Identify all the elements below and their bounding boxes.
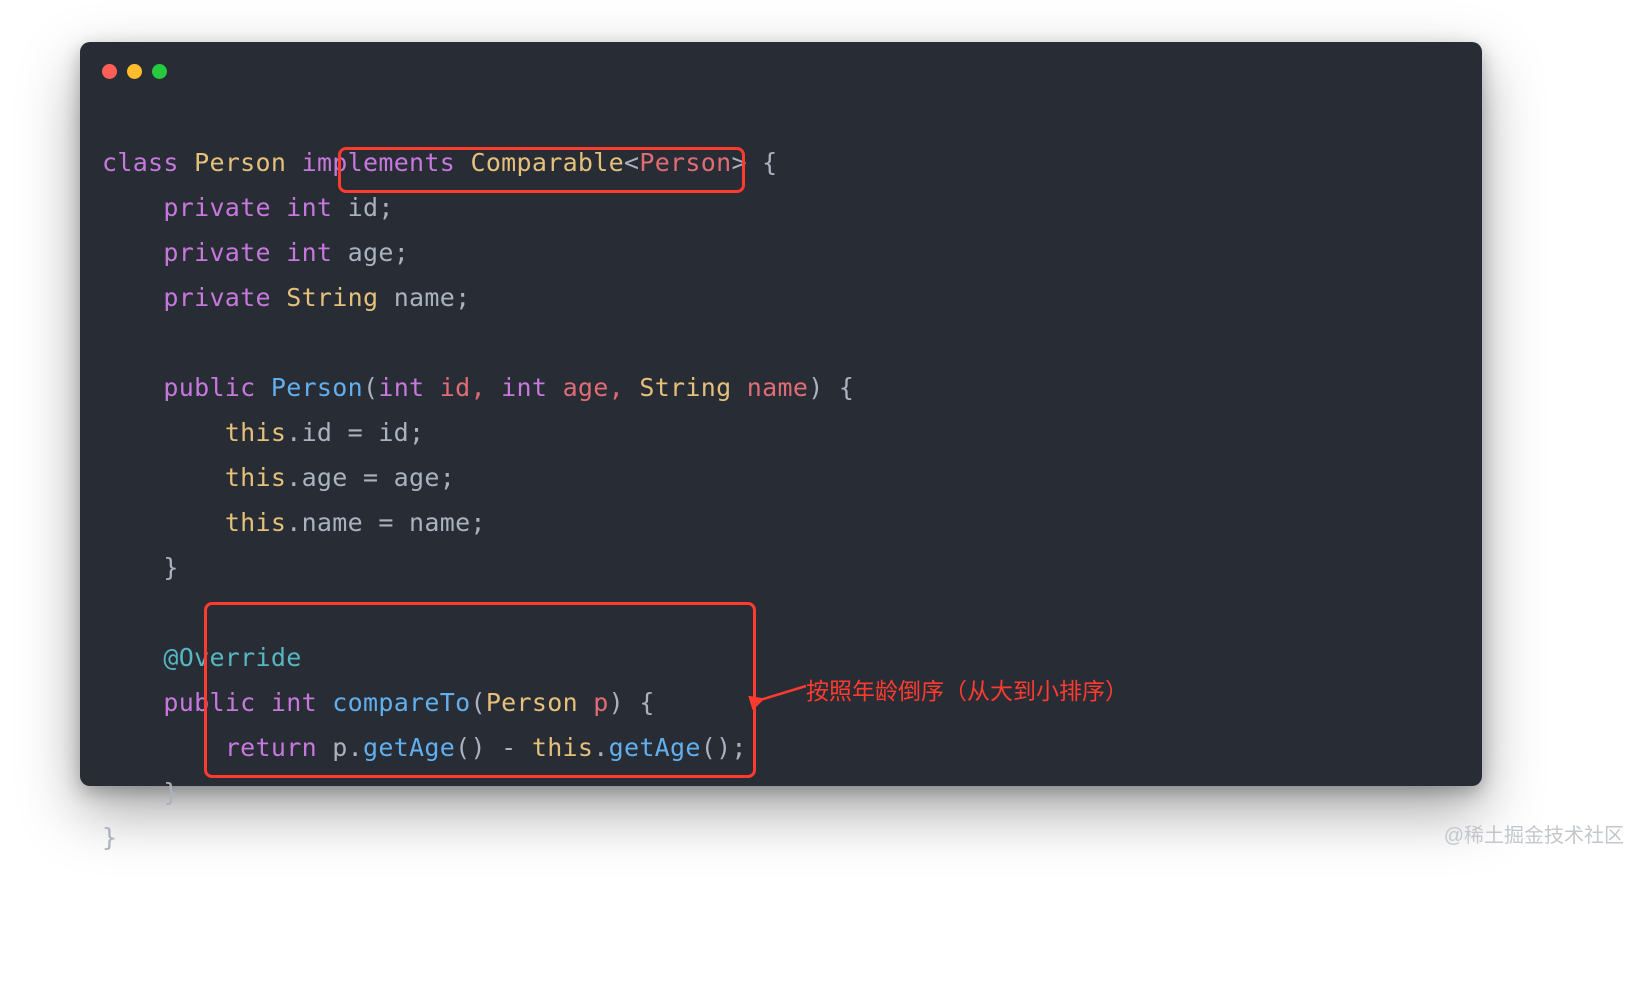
brace-close: }: [163, 778, 178, 807]
type-string: String: [286, 283, 378, 312]
assign-age: .age = age;: [286, 463, 455, 492]
annotation-text: 按照年龄倒序（从大到小排序）: [806, 672, 1128, 706]
cmp-getage1: getAge: [363, 733, 455, 762]
this: this: [532, 733, 593, 762]
this: this: [225, 463, 286, 492]
close-dot-icon: [102, 64, 117, 79]
type-int: int: [271, 688, 317, 717]
cmp-body-d: ();: [701, 733, 747, 762]
kw-public: public: [163, 688, 255, 717]
this: this: [225, 418, 286, 447]
kw-implements: implements: [302, 148, 456, 177]
cmp-param-type: Person: [486, 688, 578, 717]
paren-close: ): [808, 373, 823, 402]
ctor-p-string: String: [639, 373, 731, 402]
iface-name: Comparable: [470, 148, 624, 177]
paren-open: (: [470, 688, 485, 717]
generic-open: <: [624, 148, 639, 177]
method-compareTo: compareTo: [332, 688, 470, 717]
paren-open: (: [363, 373, 378, 402]
this: this: [225, 508, 286, 537]
kw-public: public: [163, 373, 255, 402]
field-id: id;: [332, 193, 393, 222]
cmp-brace: {: [624, 688, 655, 717]
cmp-body-a: p.: [317, 733, 363, 762]
ctor-p-id: id,: [424, 373, 501, 402]
cmp-body-c: .: [593, 733, 608, 762]
kw-private: private: [163, 193, 270, 222]
kw-private: private: [163, 283, 270, 312]
kw-class: class: [102, 148, 179, 177]
ctor-brace: {: [824, 373, 855, 402]
brace-close-outer: }: [102, 823, 117, 852]
assign-name: .name = name;: [286, 508, 486, 537]
brace-open: {: [747, 148, 778, 177]
ctor-p-int: int: [378, 373, 424, 402]
annotation-override: @Override: [163, 643, 301, 672]
brace-close: }: [163, 553, 178, 582]
cmp-param-name: p: [578, 688, 609, 717]
minimize-dot-icon: [127, 64, 142, 79]
type-int: int: [286, 238, 332, 267]
code-card: class Person implements Comparable<Perso…: [80, 42, 1482, 786]
cmp-getage2: getAge: [609, 733, 701, 762]
code-block: class Person implements Comparable<Perso…: [102, 140, 1460, 860]
watermark: @稀土掘金技术社区: [1444, 819, 1624, 848]
cmp-body-b: () -: [455, 733, 532, 762]
field-age: age;: [332, 238, 409, 267]
paren-close: ): [609, 688, 624, 717]
generic-close: >: [731, 148, 746, 177]
type-int: int: [286, 193, 332, 222]
window-controls: [102, 64, 167, 79]
ctor-name: Person: [271, 373, 363, 402]
generic-type: Person: [639, 148, 731, 177]
ctor-p-int2: int: [501, 373, 547, 402]
ctor-p-name: name: [731, 373, 808, 402]
class-name: Person: [194, 148, 286, 177]
kw-return: return: [225, 733, 317, 762]
kw-private: private: [163, 238, 270, 267]
field-name: name;: [378, 283, 470, 312]
assign-id: .id = id;: [286, 418, 424, 447]
ctor-p-age: age,: [547, 373, 639, 402]
stage: class Person implements Comparable<Perso…: [0, 0, 1644, 996]
maximize-dot-icon: [152, 64, 167, 79]
